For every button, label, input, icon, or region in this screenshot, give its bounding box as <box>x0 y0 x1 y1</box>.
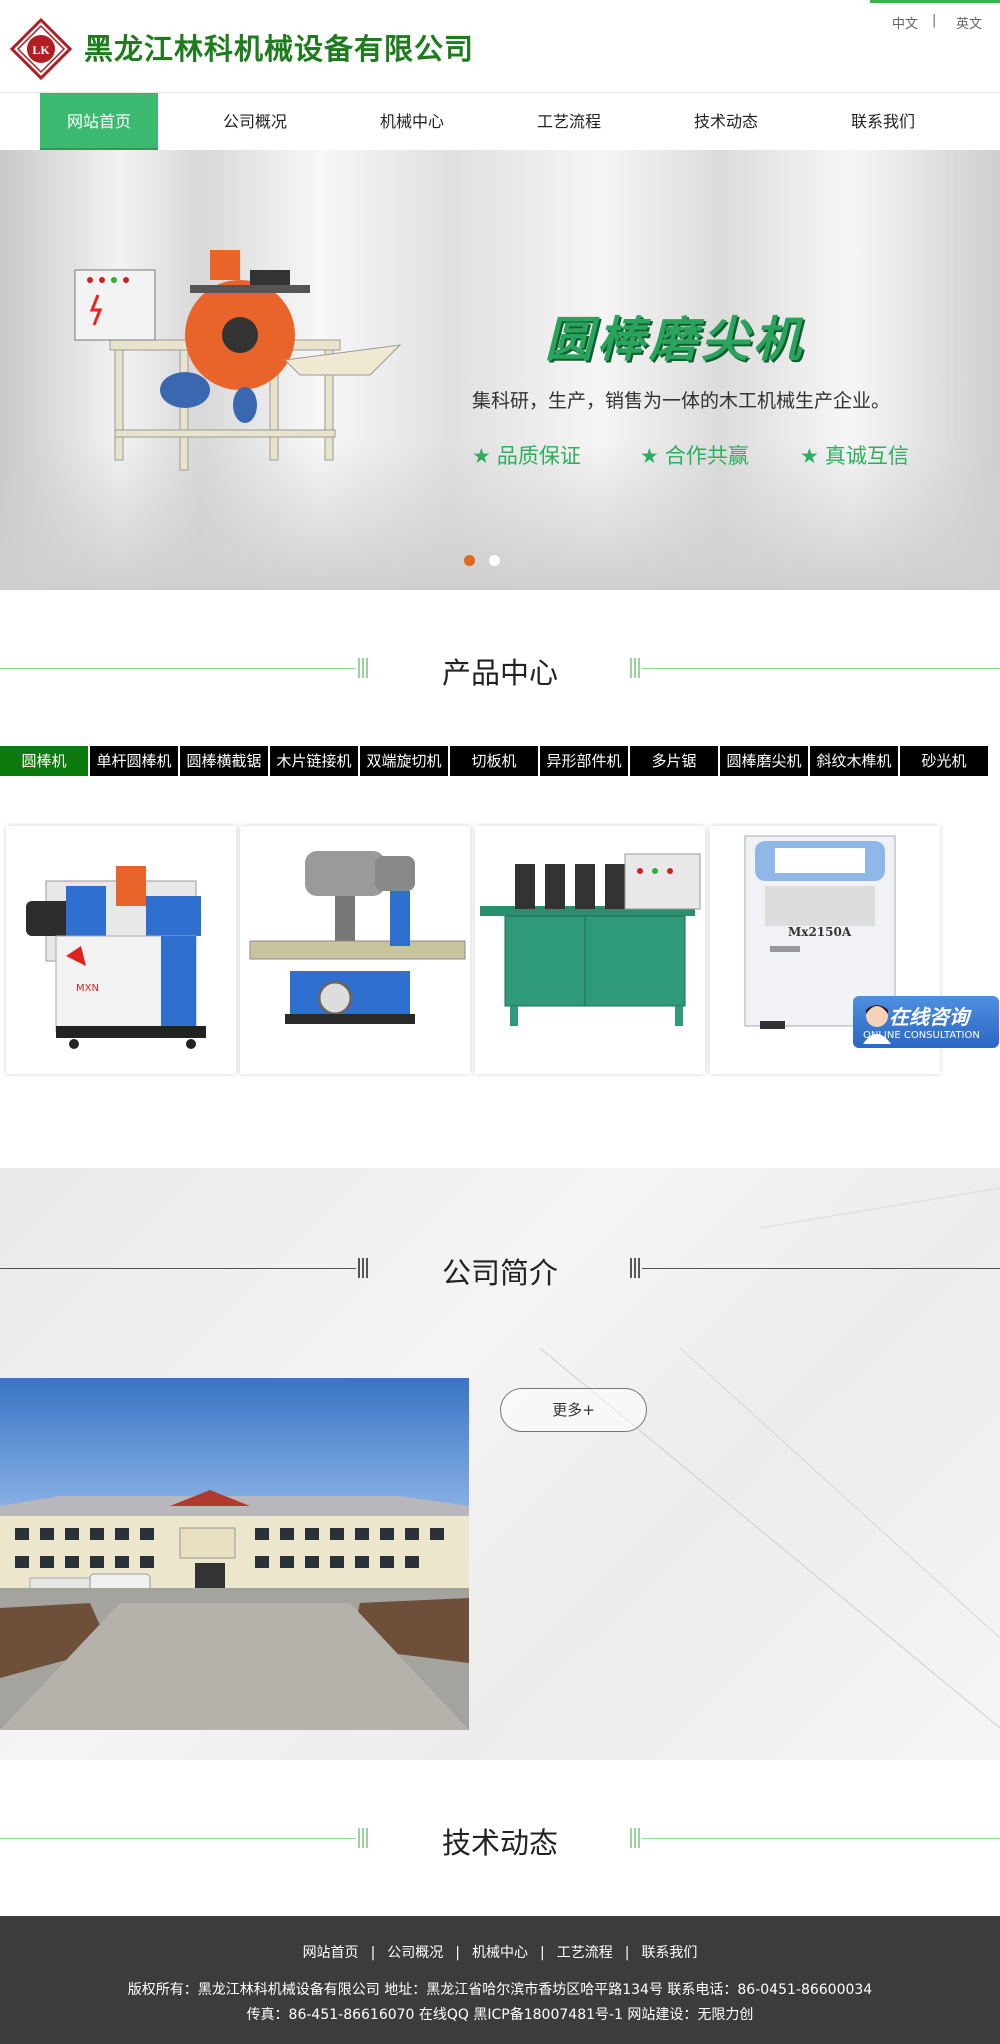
footer-link-about[interactable]: 公司概况 <box>387 1945 443 1961</box>
nav-machinery[interactable]: 机械中心 <box>353 93 471 150</box>
logo-letters: LK <box>32 43 50 57</box>
slide-dot-1[interactable] <box>464 555 475 566</box>
star-icon: ★ <box>640 444 659 468</box>
product-image <box>480 853 701 1026</box>
company-logo[interactable]: LK <box>10 18 72 80</box>
main-nav: 网站首页 公司概况 机械中心 工艺流程 技术动态 联系我们 <box>0 92 1000 151</box>
product-image: MXN <box>26 866 206 1049</box>
tab-board-cutter[interactable]: 切板机 <box>450 746 538 776</box>
feature-trust: ★ 真诚互信 <box>800 440 909 470</box>
banner-title: 圆棒磨尖机 <box>545 312 806 368</box>
product-card-1[interactable]: MXN <box>6 826 236 1074</box>
tab-single-roundbar[interactable]: 单杆圆棒机 <box>90 746 178 776</box>
feature-label: 品质保证 <box>496 444 581 468</box>
site-footer: 网站首页 | 公司概况 | 机械中心 | 工艺流程 | 联系我们 版权所有：黑龙江林科机械设备有… <box>0 1916 1000 2044</box>
product-print: MXN <box>76 983 99 994</box>
nav-contact[interactable]: 联系我们 <box>824 93 942 150</box>
product-category-tabs: 圆棒机 单杆圆棒机 圆棒横截锯 木片链接机 双端旋切机 切板机 异形部件机 多片… <box>0 746 1000 776</box>
news-title: 技术动态 <box>441 1826 558 1860</box>
heading-bars-right <box>630 658 642 678</box>
about-section: 公司简介 更多+ <box>0 1168 1000 1760</box>
footer-contact-info: 传真：86-451-86616070 在线QQ 黑ICP备18007481号-1… <box>246 2007 754 2023</box>
nav-tech-news[interactable]: 技术动态 <box>667 93 785 150</box>
feature-label: 真诚互信 <box>824 444 909 468</box>
tab-double-rotary[interactable]: 双端旋切机 <box>360 746 448 776</box>
star-icon: ★ <box>472 444 491 468</box>
products-title: 产品中心 <box>441 656 558 690</box>
tab-multi-saw[interactable]: 多片锯 <box>630 746 718 776</box>
products-heading: 产品中心 <box>0 644 1000 694</box>
about-heading: 公司简介 <box>0 1244 1000 1294</box>
footer-sep: | <box>370 1945 376 1961</box>
banner-subtitle: 集科研，生产，销售为一体的木工机械生产企业。 <box>472 390 891 412</box>
feature-cooperation: ★ 合作共赢 <box>640 440 749 470</box>
tab-woodchip-link[interactable]: 木片链接机 <box>270 746 358 776</box>
product-print: Mx2150A <box>788 925 852 939</box>
hero-banner[interactable]: 圆棒磨尖机 集科研，生产，销售为一体的木工机械生产企业。 ★ 品质保证 ★ 合作共赢… <box>0 150 1000 590</box>
company-building-photo <box>0 1378 469 1730</box>
footer-link-contact[interactable]: 联系我们 <box>641 1945 697 1961</box>
heading-bars-right <box>630 1258 642 1278</box>
consult-subtitle: ONLINE CONSULTATION <box>863 1030 980 1041</box>
tab-roundbar-sharpener[interactable]: 圆棒磨尖机 <box>720 746 808 776</box>
about-more-button[interactable]: 更多+ <box>500 1388 647 1432</box>
product-image <box>249 851 466 1024</box>
tab-profile-parts[interactable]: 异形部件机 <box>540 746 628 776</box>
product-card-3[interactable] <box>475 826 705 1074</box>
heading-line-right <box>642 1838 1000 1839</box>
heading-line-right <box>642 1268 1000 1269</box>
nav-home[interactable]: 网站首页 <box>40 93 158 151</box>
tab-roundbar-crosscut[interactable]: 圆棒横截锯 <box>180 746 268 776</box>
lang-english-link[interactable]: 英文 <box>956 13 982 32</box>
about-title: 公司简介 <box>441 1256 558 1290</box>
footer-link-home[interactable]: 网站首页 <box>303 1945 359 1961</box>
tab-sander[interactable]: 砂光机 <box>900 746 988 776</box>
consult-title: 在线咨询 <box>889 1005 969 1029</box>
site-header: LK 黑龙江林科机械设备有限公司 中文 | 英文 <box>0 0 1000 92</box>
footer-nav: 网站首页 | 公司概况 | 机械中心 | 工艺流程 | 联系我们 <box>0 1942 1000 1962</box>
footer-copyright: 版权所有：黑龙江林科机械设备有限公司 地址：黑龙江省哈尔滨市香坊区哈平路134号… <box>127 1982 873 1998</box>
product-grid: MXN Mx2150A <box>0 826 1000 1076</box>
slide-dot-2[interactable] <box>489 555 500 566</box>
footer-link-process[interactable]: 工艺流程 <box>557 1945 613 1961</box>
heading-line-right <box>642 668 1000 669</box>
footer-sep: | <box>540 1945 545 1961</box>
lang-separator: | <box>932 13 937 28</box>
online-consult-button[interactable]: 在线咨询 ONLINE CONSULTATION <box>853 996 999 1048</box>
star-icon: ★ <box>800 444 819 468</box>
tab-roundbar[interactable]: 圆棒机 <box>0 746 88 776</box>
feature-quality: ★ 品质保证 <box>472 440 581 470</box>
banner-machine-image <box>74 250 402 471</box>
nav-about[interactable]: 公司概况 <box>196 93 314 150</box>
tab-diagonal-tenon[interactable]: 斜纹木榫机 <box>810 746 898 776</box>
heading-bars-right <box>630 1828 642 1848</box>
company-name: 黑龙江林科机械设备有限公司 <box>84 32 475 66</box>
footer-sep: | <box>455 1945 460 1961</box>
lang-chinese-link[interactable]: 中文 <box>892 13 918 32</box>
footer-sep: | <box>624 1945 630 1961</box>
product-card-2[interactable] <box>240 826 470 1074</box>
news-heading: 技术动态 <box>0 1814 1000 1864</box>
nav-process[interactable]: 工艺流程 <box>510 93 628 150</box>
feature-label: 合作共赢 <box>664 444 749 468</box>
language-switcher: 中文 | 英文 <box>870 0 1000 36</box>
footer-link-machinery[interactable]: 机械中心 <box>472 1945 528 1961</box>
